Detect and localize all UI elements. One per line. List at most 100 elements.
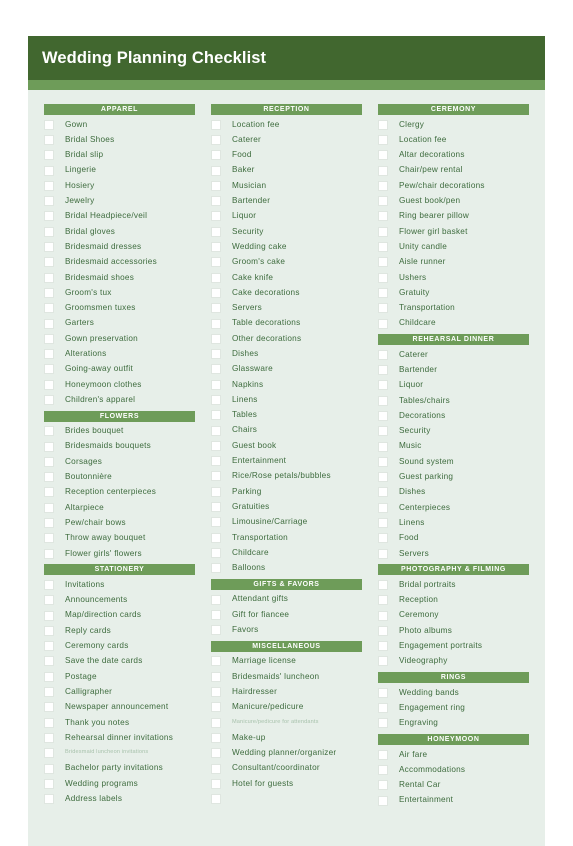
checkbox-icon[interactable] — [377, 180, 388, 191]
checklist-row[interactable]: Servers — [210, 301, 362, 316]
checklist-row[interactable]: Chair/pew rental — [377, 163, 529, 178]
checklist-row[interactable]: Pew/chair bows — [44, 515, 195, 530]
checkbox-icon[interactable] — [44, 303, 54, 314]
checklist-row[interactable]: Thank you notes — [44, 715, 195, 730]
checklist-row[interactable]: Reception — [377, 593, 529, 608]
checkbox-icon[interactable] — [210, 272, 221, 283]
checklist-row[interactable]: Table decorations — [210, 316, 362, 331]
checklist-row[interactable]: Rice/Rose petals/bubbles — [210, 469, 362, 484]
checkbox-icon[interactable] — [210, 425, 221, 436]
checkbox-icon[interactable] — [44, 379, 54, 390]
checkbox-icon[interactable] — [377, 764, 388, 775]
checkbox-icon[interactable] — [377, 196, 388, 207]
checklist-row[interactable]: Engagement ring — [377, 700, 529, 715]
checklist-row[interactable]: Bridal slip — [44, 148, 195, 163]
checklist-row[interactable]: Bartender — [377, 362, 529, 377]
checkbox-icon[interactable] — [44, 441, 54, 452]
checklist-row[interactable]: Invitations — [44, 577, 195, 592]
checkbox-icon[interactable] — [377, 610, 388, 621]
checkbox-icon[interactable] — [44, 748, 54, 759]
checklist-row[interactable]: Guest book/pen — [377, 193, 529, 208]
checklist-row[interactable]: Guest book — [210, 438, 362, 453]
checkbox-icon[interactable] — [377, 426, 388, 437]
checkbox-icon[interactable] — [210, 609, 221, 620]
checkbox-icon[interactable] — [210, 119, 221, 130]
checkbox-icon[interactable] — [210, 211, 221, 222]
checkbox-icon[interactable] — [44, 763, 54, 774]
checklist-row[interactable]: Throw away bouquet — [44, 531, 195, 546]
checklist-row[interactable]: Guest parking — [377, 470, 529, 485]
checklist-row[interactable]: Pew/chair decorations — [377, 178, 529, 193]
checklist-row[interactable]: Linens — [377, 515, 529, 530]
checkbox-icon[interactable] — [210, 165, 221, 176]
checkbox-icon[interactable] — [377, 395, 388, 406]
checkbox-icon[interactable] — [377, 226, 388, 237]
checklist-row[interactable]: Ushers — [377, 270, 529, 285]
checkbox-icon[interactable] — [377, 595, 388, 606]
checkbox-icon[interactable] — [44, 333, 54, 344]
checkbox-icon[interactable] — [44, 287, 54, 298]
checklist-row[interactable]: Clergy — [377, 117, 529, 132]
checklist-row[interactable]: Ceremony cards — [44, 639, 195, 654]
checkbox-icon[interactable] — [44, 456, 54, 467]
checklist-row[interactable]: Transportation — [210, 530, 362, 545]
checkbox-icon[interactable] — [210, 732, 221, 743]
checkbox-icon[interactable] — [210, 379, 221, 390]
checklist-row[interactable]: Groom's cake — [210, 255, 362, 270]
checklist-row[interactable]: Reply cards — [44, 623, 195, 638]
checkbox-icon[interactable] — [210, 794, 221, 805]
checkbox-icon[interactable] — [377, 349, 388, 360]
checkbox-icon[interactable] — [210, 717, 221, 728]
checklist-row[interactable]: Servers — [377, 546, 529, 561]
checkbox-icon[interactable] — [210, 532, 221, 543]
checklist-row[interactable]: Flower girls' flowers — [44, 546, 195, 561]
checklist-row[interactable]: Save the date cards — [44, 654, 195, 669]
checkbox-icon[interactable] — [210, 333, 221, 344]
checklist-row[interactable]: Location fee — [377, 132, 529, 147]
checklist-row[interactable]: Ceremony — [377, 608, 529, 623]
checklist-row[interactable]: Going-away outfit — [44, 362, 195, 377]
checklist-row[interactable]: Security — [377, 424, 529, 439]
checkbox-icon[interactable] — [44, 150, 54, 161]
checklist-row[interactable]: Childcare — [210, 545, 362, 560]
checklist-row[interactable]: Bridesmaid accessories — [44, 255, 195, 270]
checkbox-icon[interactable] — [210, 150, 221, 161]
checkbox-icon[interactable] — [377, 119, 388, 130]
checklist-row[interactable]: Hotel for guests — [210, 776, 362, 791]
checklist-row[interactable]: Ring bearer pillow — [377, 209, 529, 224]
checklist-row[interactable]: Flower girl basket — [377, 224, 529, 239]
checklist-row[interactable]: Announcements — [44, 593, 195, 608]
checklist-row[interactable]: Tables/chairs — [377, 393, 529, 408]
checkbox-icon[interactable] — [44, 472, 54, 483]
checkbox-icon[interactable] — [377, 795, 388, 806]
checkbox-icon[interactable] — [377, 518, 388, 529]
checklist-row[interactable]: Caterer — [377, 347, 529, 362]
checklist-row[interactable]: Bridesmaids bouquets — [44, 439, 195, 454]
checkbox-icon[interactable] — [44, 242, 54, 253]
checkbox-icon[interactable] — [377, 287, 388, 298]
checkbox-icon[interactable] — [44, 671, 54, 682]
checkbox-icon[interactable] — [44, 394, 54, 405]
checklist-row[interactable]: Cake knife — [210, 270, 362, 285]
checklist-row[interactable]: Caterer — [210, 132, 362, 147]
checkbox-icon[interactable] — [210, 287, 221, 298]
checklist-row[interactable]: Centerpieces — [377, 500, 529, 515]
checkbox-icon[interactable] — [377, 718, 388, 729]
checkbox-icon[interactable] — [210, 349, 221, 360]
checkbox-icon[interactable] — [210, 394, 221, 405]
checkbox-icon[interactable] — [377, 579, 388, 590]
checklist-row[interactable]: Location fee — [210, 117, 362, 132]
checkbox-icon[interactable] — [44, 318, 54, 329]
checkbox-icon[interactable] — [210, 318, 221, 329]
checklist-row[interactable]: Groomsmen tuxes — [44, 301, 195, 316]
checkbox-icon[interactable] — [210, 486, 221, 497]
checkbox-icon[interactable] — [44, 610, 54, 621]
checklist-row[interactable]: Childcare — [377, 316, 529, 331]
checkbox-icon[interactable] — [210, 257, 221, 268]
checkbox-icon[interactable] — [377, 749, 388, 760]
checkbox-icon[interactable] — [377, 703, 388, 714]
checklist-row[interactable]: Bridesmaids' luncheon — [210, 669, 362, 684]
checklist-row[interactable]: Bridesmaid dresses — [44, 239, 195, 254]
checklist-row[interactable]: Boutonnière — [44, 470, 195, 485]
checkbox-icon[interactable] — [44, 349, 54, 360]
